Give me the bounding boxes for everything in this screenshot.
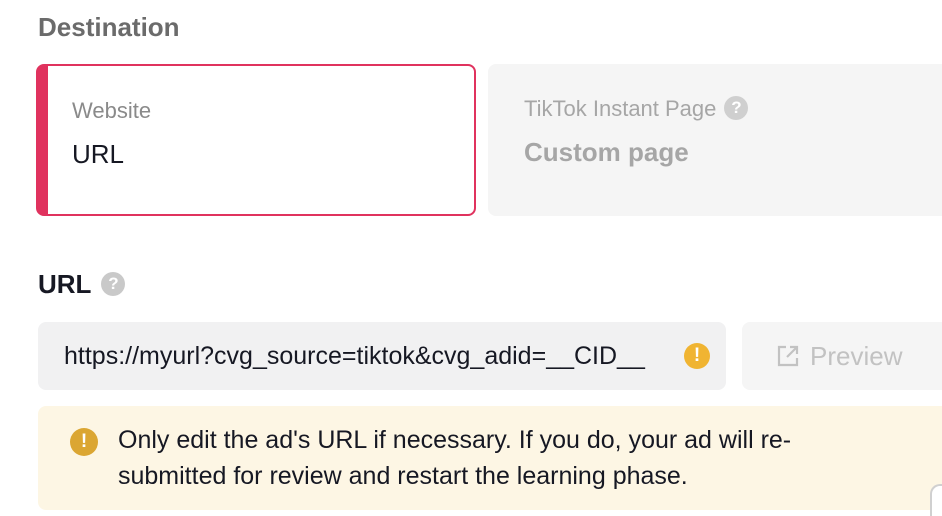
instant-page-option-sublabel-row: TikTok Instant Page? <box>524 96 749 122</box>
preview-button-label: Preview <box>810 340 903 371</box>
alert-text: Only edit the ad's URL if necessary. If … <box>118 426 792 490</box>
exclamation-circle-icon[interactable]: ! <box>684 343 710 369</box>
url-label: URL <box>38 268 92 299</box>
url-field-container: ! <box>38 322 726 390</box>
website-option-label: URL <box>72 139 125 169</box>
url-input[interactable] <box>64 322 664 390</box>
question-circle-icon[interactable]: ? <box>724 96 749 121</box>
question-circle-icon[interactable]: ? <box>101 272 126 296</box>
destination-option-instant-page[interactable]: TikTok Instant Page? Custom page <box>488 64 942 216</box>
instant-page-option-sublabel: TikTok Instant Page <box>524 96 717 121</box>
external-link-icon <box>777 345 799 367</box>
destination-panel: Destination Website URL TikTok Instant P… <box>0 0 942 516</box>
destination-option-website[interactable]: Website URL <box>36 64 476 216</box>
exclamation-circle-icon: ! <box>70 428 98 456</box>
url-label-row: URL ? <box>38 266 126 302</box>
adjacent-panel-edge <box>930 484 942 516</box>
instant-page-option-label: Custom page <box>524 137 689 167</box>
destination-title: Destination <box>38 12 180 42</box>
preview-button[interactable]: Preview <box>742 322 942 390</box>
website-option-sublabel: Website <box>72 98 152 123</box>
url-edit-alert: ! Only edit the ad's URL if necessary. I… <box>38 406 942 510</box>
